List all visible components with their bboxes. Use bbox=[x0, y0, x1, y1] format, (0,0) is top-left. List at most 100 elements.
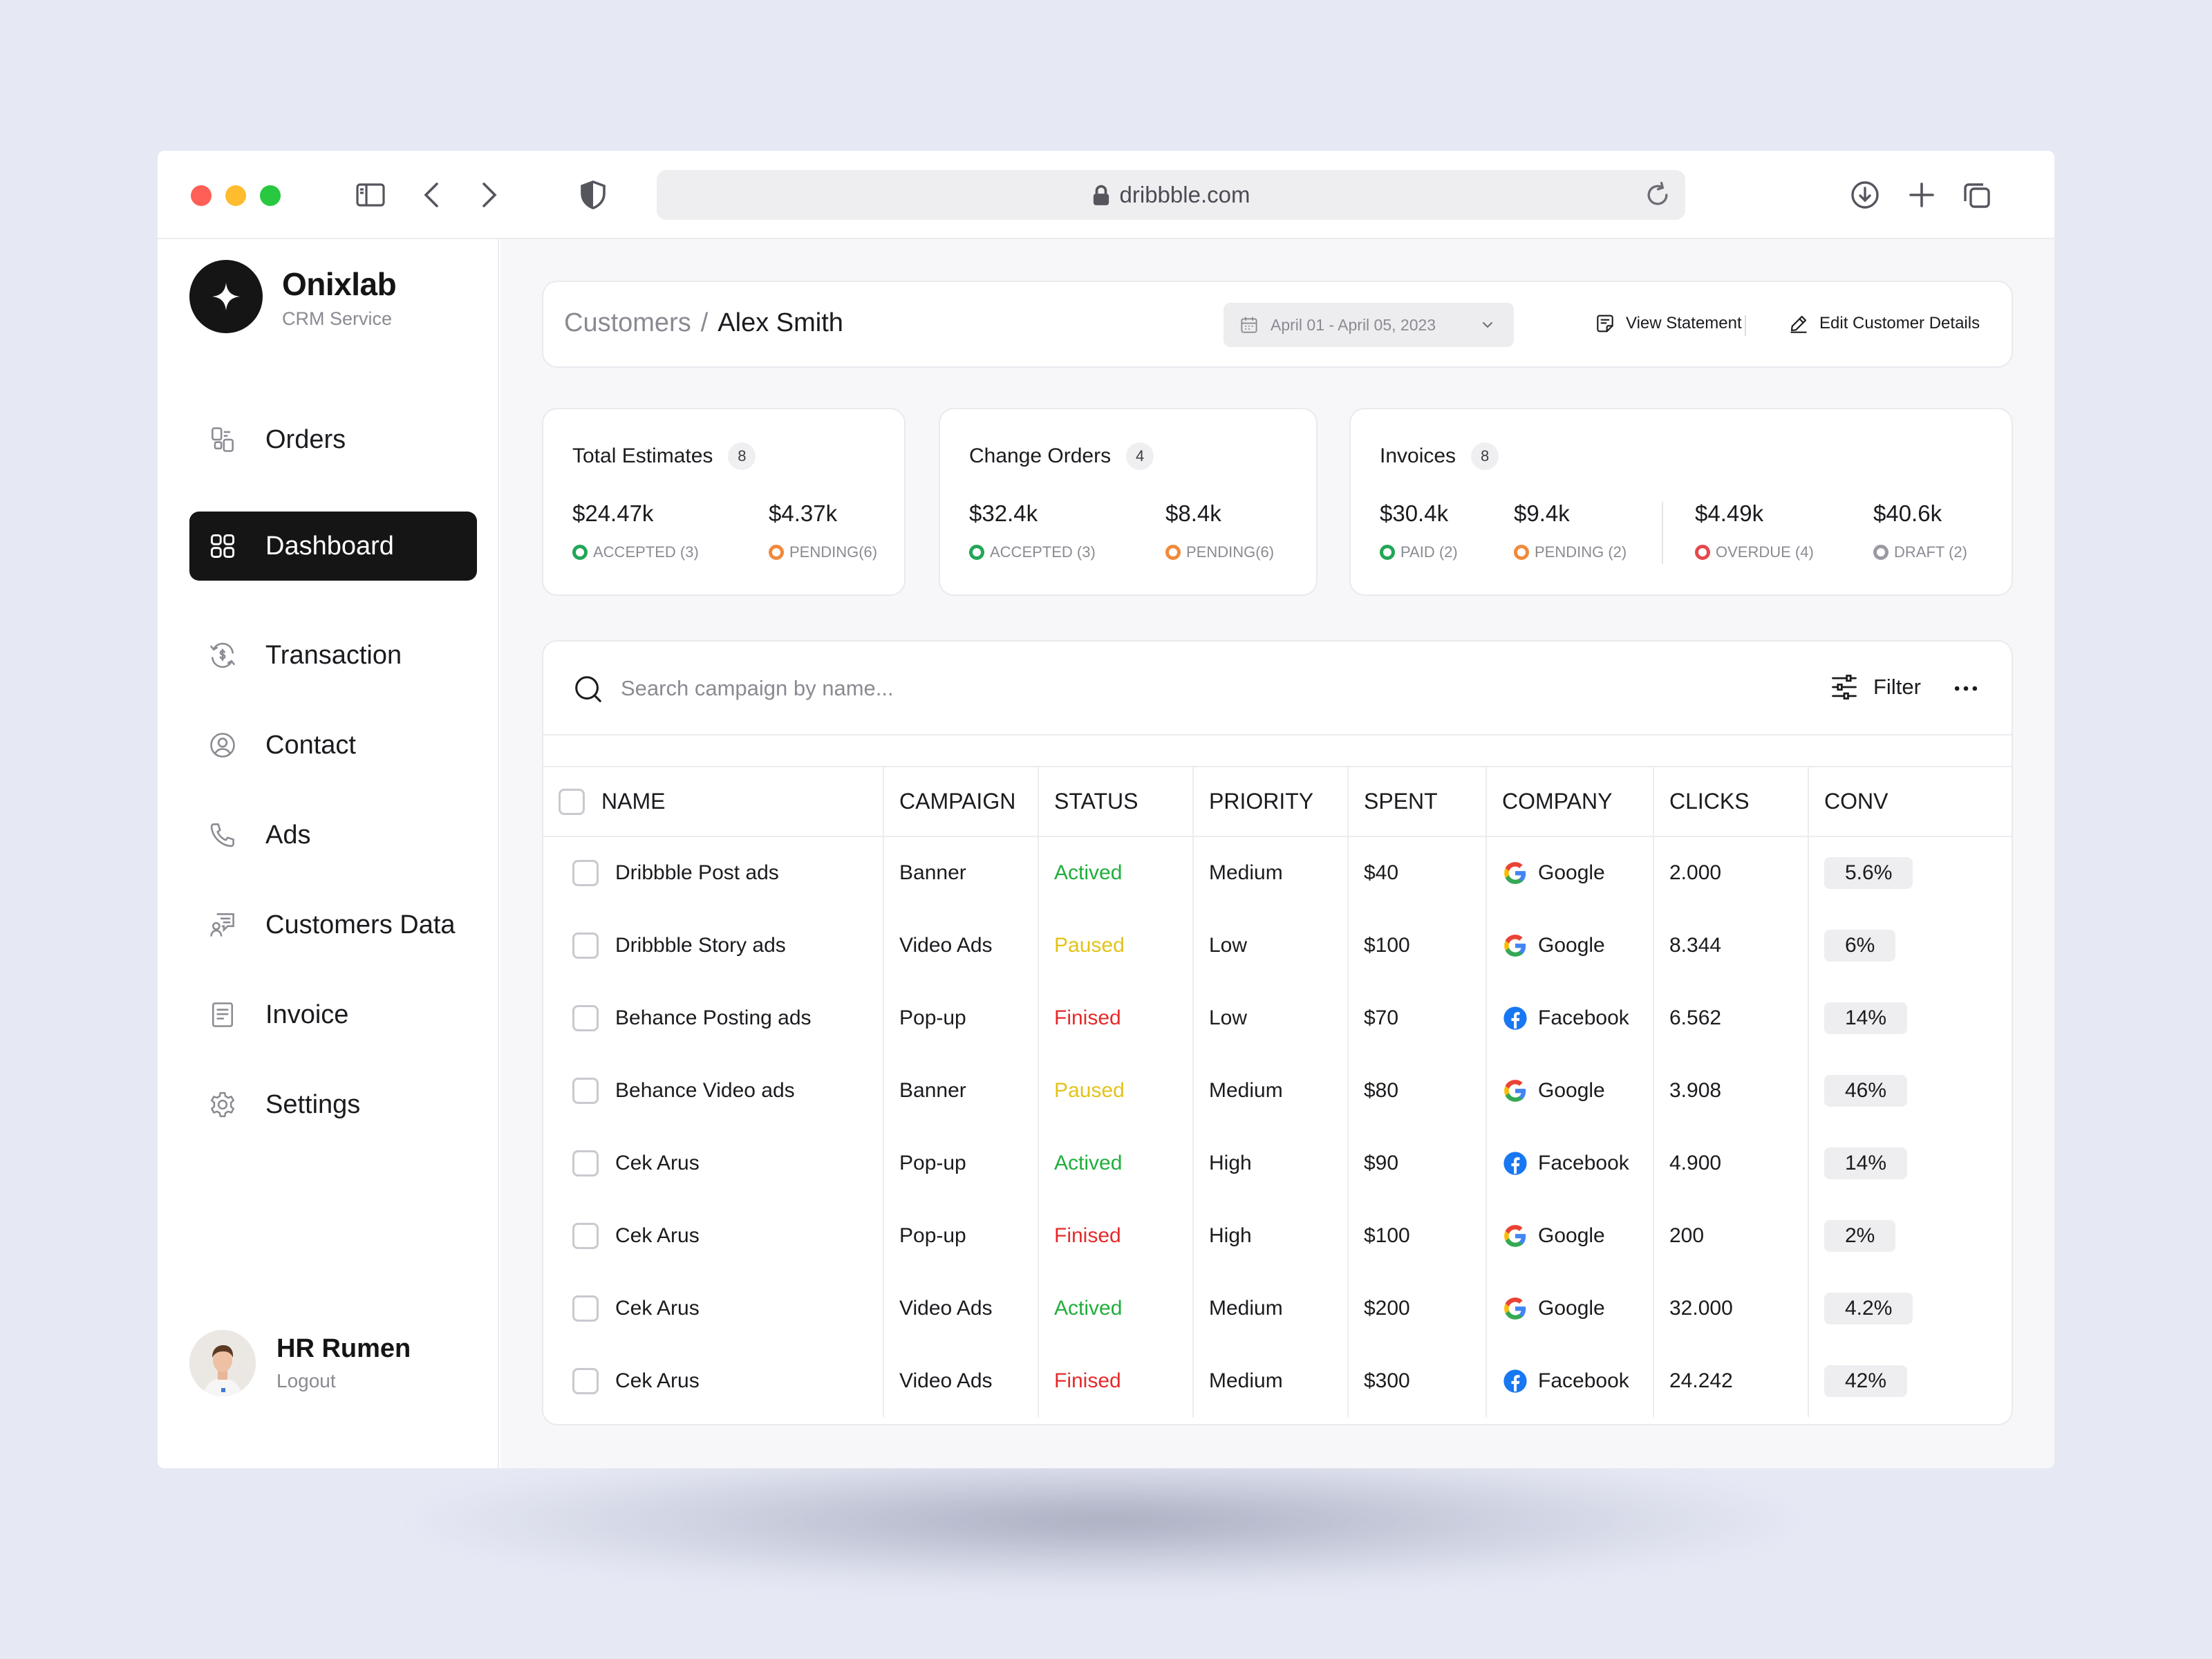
sidebar-item-label: Customers Data bbox=[265, 910, 456, 939]
reload-icon[interactable] bbox=[1642, 180, 1673, 210]
table-row[interactable]: Behance Video ads Banner Paused Medium $80 Go… bbox=[543, 1054, 2012, 1127]
minimize-window-button[interactable] bbox=[225, 185, 246, 206]
new-tab-plus-icon[interactable] bbox=[1902, 176, 1941, 214]
pending-value: $4.37k bbox=[769, 500, 838, 526]
address-bar[interactable]: dribbble.com bbox=[657, 170, 1685, 220]
clicks-value: 32.000 bbox=[1653, 1272, 1809, 1344]
facebook-icon bbox=[1503, 1151, 1527, 1175]
zoom-window-button[interactable] bbox=[260, 185, 281, 206]
priority-text: High bbox=[1193, 1199, 1349, 1272]
window-drop-shadow bbox=[415, 1452, 1797, 1590]
row-checkbox[interactable] bbox=[572, 1367, 599, 1394]
download-icon[interactable] bbox=[1846, 176, 1884, 214]
sidebar-item-label: Invoice bbox=[265, 1000, 349, 1029]
date-range-picker[interactable]: April 01 - April 05, 2023 bbox=[1224, 303, 1514, 347]
customers-data-icon bbox=[189, 910, 256, 940]
breadcrumb-customers-link[interactable]: Customers bbox=[564, 308, 691, 338]
google-icon bbox=[1504, 862, 1526, 884]
table-row[interactable]: Cek Arus Pop-up Finised High $100 Google 200 2% bbox=[543, 1199, 2012, 1272]
row-checkbox[interactable] bbox=[572, 1222, 599, 1249]
forward-arrow-icon[interactable] bbox=[469, 176, 507, 214]
privacy-shield-icon[interactable] bbox=[574, 176, 612, 214]
sidebar-item-customers-data[interactable]: Customers Data bbox=[189, 890, 477, 959]
calendar-icon bbox=[1241, 317, 1257, 333]
count-badge: 8 bbox=[728, 442, 756, 470]
sidebar-item-invoice[interactable]: Invoice bbox=[189, 980, 477, 1049]
row-checkbox[interactable] bbox=[572, 932, 599, 959]
browser-toolbar: dribbble.com bbox=[158, 151, 2054, 239]
header-divider bbox=[1745, 315, 1746, 336]
tab-overview-icon[interactable] bbox=[1958, 176, 1996, 214]
sidebar-item-orders[interactable]: Orders bbox=[189, 405, 477, 474]
view-statement-button[interactable]: View Statement bbox=[1594, 312, 1742, 335]
pending-label: PENDING (2) bbox=[1514, 543, 1627, 561]
priority-text: High bbox=[1193, 1127, 1349, 1199]
sidebar-item-settings[interactable]: Settings bbox=[189, 1070, 477, 1139]
facebook-icon bbox=[1503, 1006, 1527, 1030]
conv-cell: 42% bbox=[1808, 1344, 2012, 1417]
company-name: Google bbox=[1538, 1296, 1605, 1320]
row-checkbox[interactable] bbox=[572, 1295, 599, 1322]
brand-name: Onixlab bbox=[282, 266, 397, 302]
filter-label: Filter bbox=[1873, 675, 1921, 699]
stat-title-text: Change Orders bbox=[969, 444, 1112, 467]
conv-cell: 2% bbox=[1808, 1199, 2012, 1272]
breadcrumb-separator: / bbox=[700, 308, 709, 337]
column-header-status[interactable]: STATUS bbox=[1038, 767, 1194, 837]
status-text: Paused bbox=[1038, 1054, 1194, 1127]
status-label-text: PENDING(6) bbox=[789, 543, 878, 561]
status-ring-icon bbox=[769, 545, 784, 560]
name-cell: Behance Video ads bbox=[543, 1054, 884, 1127]
google-icon bbox=[1504, 934, 1526, 957]
more-options-icon[interactable] bbox=[1951, 673, 1981, 704]
spent-value: $70 bbox=[1348, 982, 1487, 1054]
table-row[interactable]: Cek Arus Pop-up Actived High $90 Facebook 4.90… bbox=[543, 1127, 2012, 1199]
table-row[interactable]: Dribbble Story ads Video Ads Paused Low $100… bbox=[543, 909, 2012, 982]
avatar[interactable] bbox=[189, 1330, 256, 1396]
conv-badge: 4.2% bbox=[1824, 1292, 1913, 1324]
google-icon bbox=[1504, 1224, 1526, 1247]
clicks-value: 24.242 bbox=[1653, 1344, 1809, 1417]
column-header-name[interactable]: NAME bbox=[543, 767, 884, 837]
column-header-clicks[interactable]: CLICKS bbox=[1653, 767, 1809, 837]
close-window-button[interactable] bbox=[191, 185, 212, 206]
sidebar-item-transaction[interactable]: Transaction bbox=[189, 621, 477, 690]
sidebar-item-dashboard[interactable]: Dashboard bbox=[189, 512, 477, 581]
clicks-value: 8.344 bbox=[1653, 909, 1809, 982]
row-checkbox[interactable] bbox=[572, 1004, 599, 1031]
column-header-campaign[interactable]: CAMPAIGN bbox=[883, 767, 1039, 837]
conv-cell: 46% bbox=[1808, 1054, 2012, 1127]
table-header-row: NAME CAMPAIGN STATUS PRIORITY SPENT COMP… bbox=[543, 767, 2012, 837]
sidebar-item-ads[interactable]: Ads bbox=[189, 800, 477, 870]
back-arrow-icon[interactable] bbox=[413, 176, 452, 214]
company-cell: Google bbox=[1486, 1199, 1654, 1272]
filter-button[interactable]: Filter bbox=[1829, 672, 1921, 702]
company-cell: Google bbox=[1486, 836, 1654, 909]
campaign-name: Dribbble Story ads bbox=[615, 933, 786, 957]
campaign-table-card: Search campaign by name... Filter NAME C… bbox=[542, 640, 2013, 1425]
table-row[interactable]: Behance Posting ads Pop-up Finised Low $70 Fa… bbox=[543, 982, 2012, 1054]
column-header-company[interactable]: COMPANY bbox=[1486, 767, 1654, 837]
table-row[interactable]: Cek Arus Video Ads Finised Medium $300 Facebo… bbox=[543, 1344, 2012, 1417]
table-row[interactable]: Dribbble Post ads Banner Actived Medium $40 G… bbox=[543, 836, 2012, 909]
column-header-conv[interactable]: CONV bbox=[1808, 767, 2012, 837]
search-input[interactable]: Search campaign by name... bbox=[621, 676, 894, 701]
pending-value: $9.4k bbox=[1514, 500, 1570, 526]
row-checkbox[interactable] bbox=[572, 1150, 599, 1177]
campaign-name: Behance Posting ads bbox=[615, 1006, 812, 1029]
column-header-spent[interactable]: SPENT bbox=[1348, 767, 1487, 837]
sidebar-item-contact[interactable]: Contact bbox=[189, 711, 477, 780]
clicks-value: 3.908 bbox=[1653, 1054, 1809, 1127]
table-row[interactable]: Cek Arus Video Ads Actived Medium $200 Google… bbox=[543, 1272, 2012, 1344]
status-ring-icon bbox=[1873, 545, 1888, 560]
accepted-label: ACCEPTED (3) bbox=[969, 543, 1096, 561]
edit-customer-details-button[interactable]: Edit Customer Details bbox=[1788, 312, 1980, 335]
row-checkbox[interactable] bbox=[572, 1077, 599, 1104]
sidebar-toggle-icon[interactable] bbox=[351, 176, 390, 214]
select-all-checkbox[interactable] bbox=[559, 788, 585, 815]
logout-link[interactable]: Logout bbox=[276, 1370, 336, 1392]
paid-label: PAID (2) bbox=[1380, 543, 1458, 561]
status-label-text: PENDING (2) bbox=[1535, 543, 1627, 561]
row-checkbox[interactable] bbox=[572, 860, 599, 886]
column-header-priority[interactable]: PRIORITY bbox=[1193, 767, 1349, 837]
